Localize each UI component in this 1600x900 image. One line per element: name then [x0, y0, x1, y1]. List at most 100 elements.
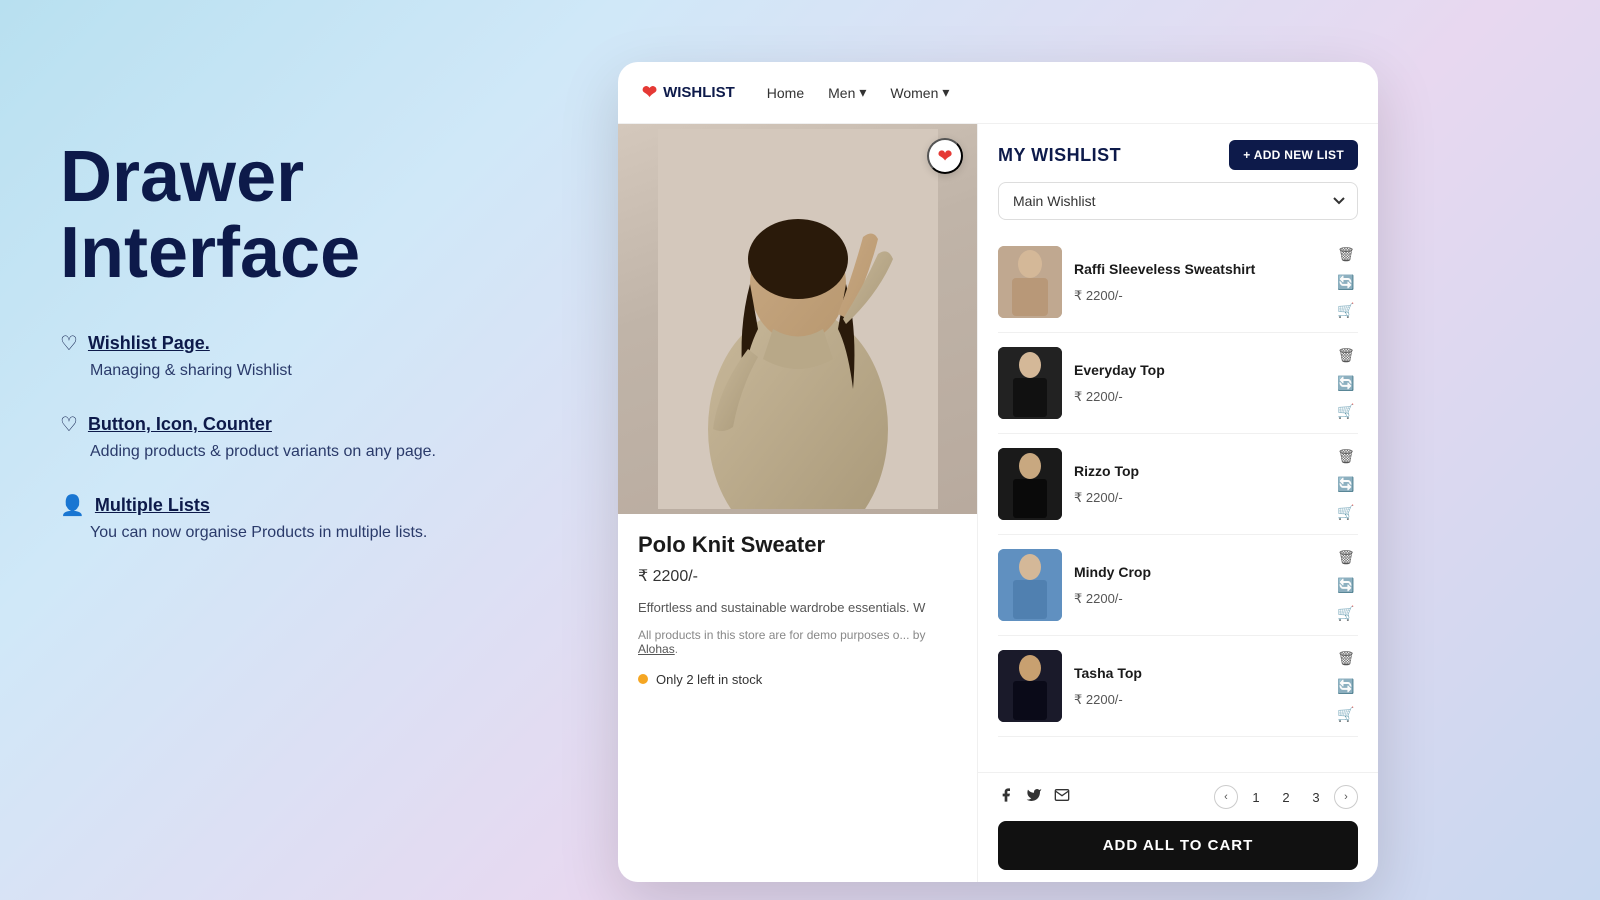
twitter-icon[interactable] [1026, 787, 1042, 808]
refresh-item-button[interactable]: 🔄 [1334, 674, 1358, 698]
item-thumbnail [998, 448, 1062, 520]
list-item: Everyday Top ₹ 2200/- 🗑 🔄 🛒 [998, 333, 1358, 434]
delete-item-button[interactable]: 🗑 [1334, 242, 1358, 266]
wishlist-select-wrap: Main Wishlist Favourites Summer Collecti… [978, 182, 1378, 232]
item-price: ₹ 2200/- [1074, 490, 1322, 506]
facebook-icon[interactable] [998, 787, 1014, 808]
pagination-prev[interactable]: ‹ [1214, 785, 1238, 809]
item-actions: 🗑 🔄 🛒 [1334, 444, 1358, 524]
add-all-to-cart-button[interactable]: ADD ALL TO CART [998, 821, 1358, 870]
feature-wishlist-page: ♡ Wishlist Page. Managing & sharing Wish… [60, 331, 580, 380]
stock-text: Only 2 left in stock [656, 672, 762, 687]
item-price: ₹ 2200/- [1074, 692, 1322, 708]
heart-outline-icon: ♡ [60, 331, 78, 356]
product-info: Polo Knit Sweater ₹ 2200/- Effortless an… [618, 514, 977, 705]
page-3-button[interactable]: 3 [1304, 785, 1328, 809]
product-favorite-button[interactable]: ❤ [927, 138, 963, 174]
item-actions: 🗑 🔄 🛒 [1334, 646, 1358, 726]
wishlist-page-desc: Managing & sharing Wishlist [90, 362, 580, 380]
item-name: Mindy Crop [1074, 563, 1322, 581]
main-title: Drawer Interface [60, 140, 580, 291]
item-details: Raffi Sleeveless Sweatshirt ₹ 2200/- [1074, 260, 1322, 304]
delete-item-button[interactable]: 🗑 [1334, 444, 1358, 468]
social-pagination-bar: ‹ 1 2 3 › [998, 785, 1358, 809]
content-area: ❤ Polo Knit Sweater ₹ 2200/- Effortless … [618, 124, 1378, 882]
left-panel: Drawer Interface ♡ Wishlist Page. Managi… [60, 140, 580, 574]
item-name: Everyday Top [1074, 361, 1322, 379]
social-icons [998, 787, 1070, 808]
heart-outline-icon-2: ♡ [60, 412, 78, 437]
product-image [618, 124, 977, 514]
multiple-lists-link[interactable]: Multiple Lists [95, 495, 210, 516]
wishlist-drawer: MY WISHLIST + ADD NEW LIST Main Wishlist… [978, 124, 1378, 882]
list-item: Tasha Top ₹ 2200/- 🗑 🔄 🛒 [998, 636, 1358, 737]
nav-home[interactable]: Home [767, 85, 804, 101]
item-details: Everyday Top ₹ 2200/- [1074, 361, 1322, 405]
pagination-next[interactable]: › [1334, 785, 1358, 809]
delete-item-button[interactable]: 🗑 [1334, 646, 1358, 670]
item-price: ₹ 2200/- [1074, 591, 1322, 607]
refresh-item-button[interactable]: 🔄 [1334, 472, 1358, 496]
nav-links: Home Men ▾ Women ▾ [767, 84, 1354, 101]
wishlist-dropdown[interactable]: Main Wishlist Favourites Summer Collecti… [998, 182, 1358, 220]
refresh-item-button[interactable]: 🔄 [1334, 573, 1358, 597]
item-thumbnail [998, 650, 1062, 722]
delete-item-button[interactable]: 🗑 [1334, 343, 1358, 367]
item-actions: 🗑 🔄 🛒 [1334, 242, 1358, 322]
product-description: Effortless and sustainable wardrobe esse… [638, 598, 957, 618]
navbar: ❤ WISHLIST Home Men ▾ Women ▾ [618, 62, 1378, 124]
item-actions: 🗑 🔄 🛒 [1334, 343, 1358, 423]
add-new-list-button[interactable]: + ADD NEW LIST [1229, 140, 1358, 170]
add-to-cart-item-button[interactable]: 🛒 [1334, 702, 1358, 726]
chevron-down-icon-2: ▾ [942, 84, 949, 101]
delete-item-button[interactable]: 🗑 [1334, 545, 1358, 569]
nav-brand: ❤ WISHLIST [642, 82, 735, 103]
item-details: Tasha Top ₹ 2200/- [1074, 664, 1322, 708]
page-1-button[interactable]: 1 [1244, 785, 1268, 809]
add-to-cart-item-button[interactable]: 🛒 [1334, 601, 1358, 625]
button-icon-link[interactable]: Button, Icon, Counter [88, 414, 272, 435]
alohas-link[interactable]: Alohas [638, 642, 675, 656]
item-price: ₹ 2200/- [1074, 288, 1322, 304]
product-note: All products in this store are for demo … [638, 628, 957, 656]
add-to-cart-item-button[interactable]: 🛒 [1334, 500, 1358, 524]
brand-name: WISHLIST [663, 84, 735, 101]
item-thumbnail [998, 549, 1062, 621]
nav-men[interactable]: Men ▾ [828, 84, 866, 101]
list-item: Mindy Crop ₹ 2200/- 🗑 🔄 🛒 [998, 535, 1358, 636]
add-to-cart-item-button[interactable]: 🛒 [1334, 399, 1358, 423]
item-name: Raffi Sleeveless Sweatshirt [1074, 260, 1322, 278]
refresh-item-button[interactable]: 🔄 [1334, 270, 1358, 294]
product-name: Polo Knit Sweater [638, 532, 957, 558]
page-2-button[interactable]: 2 [1274, 785, 1298, 809]
add-to-cart-item-button[interactable]: 🛒 [1334, 298, 1358, 322]
feature-button-icon: ♡ Button, Icon, Counter Adding products … [60, 412, 580, 461]
item-details: Rizzo Top ₹ 2200/- [1074, 462, 1322, 506]
drawer-header: MY WISHLIST + ADD NEW LIST [978, 124, 1378, 182]
item-actions: 🗑 🔄 🛒 [1334, 545, 1358, 625]
heart-filled-icon: ❤ [937, 146, 952, 167]
brand-heart-icon: ❤ [642, 82, 657, 103]
product-section: ❤ Polo Knit Sweater ₹ 2200/- Effortless … [618, 124, 978, 882]
item-name: Tasha Top [1074, 664, 1322, 682]
wishlist-page-link[interactable]: Wishlist Page. [88, 333, 210, 354]
drawer-footer: ‹ 1 2 3 › ADD ALL TO CART [978, 772, 1378, 882]
stock-dot-icon [638, 674, 648, 684]
wishlist-items-list: Raffi Sleeveless Sweatshirt ₹ 2200/- 🗑 🔄… [978, 232, 1378, 772]
email-icon[interactable] [1054, 787, 1070, 808]
list-item: Rizzo Top ₹ 2200/- 🗑 🔄 🛒 [998, 434, 1358, 535]
stock-indicator: Only 2 left in stock [638, 672, 957, 687]
item-price: ₹ 2200/- [1074, 389, 1322, 405]
refresh-item-button[interactable]: 🔄 [1334, 371, 1358, 395]
wishlist-title: MY WISHLIST [998, 145, 1121, 166]
nav-women[interactable]: Women ▾ [890, 84, 949, 101]
item-thumbnail [998, 347, 1062, 419]
item-details: Mindy Crop ₹ 2200/- [1074, 563, 1322, 607]
product-image-wrap: ❤ [618, 124, 977, 514]
item-name: Rizzo Top [1074, 462, 1322, 480]
button-icon-desc: Adding products & product variants on an… [90, 443, 580, 461]
main-card: ❤ WISHLIST Home Men ▾ Women ▾ [618, 62, 1378, 882]
list-item: Raffi Sleeveless Sweatshirt ₹ 2200/- 🗑 🔄… [998, 232, 1358, 333]
product-price: ₹ 2200/- [638, 566, 957, 586]
chevron-down-icon: ▾ [859, 84, 866, 101]
